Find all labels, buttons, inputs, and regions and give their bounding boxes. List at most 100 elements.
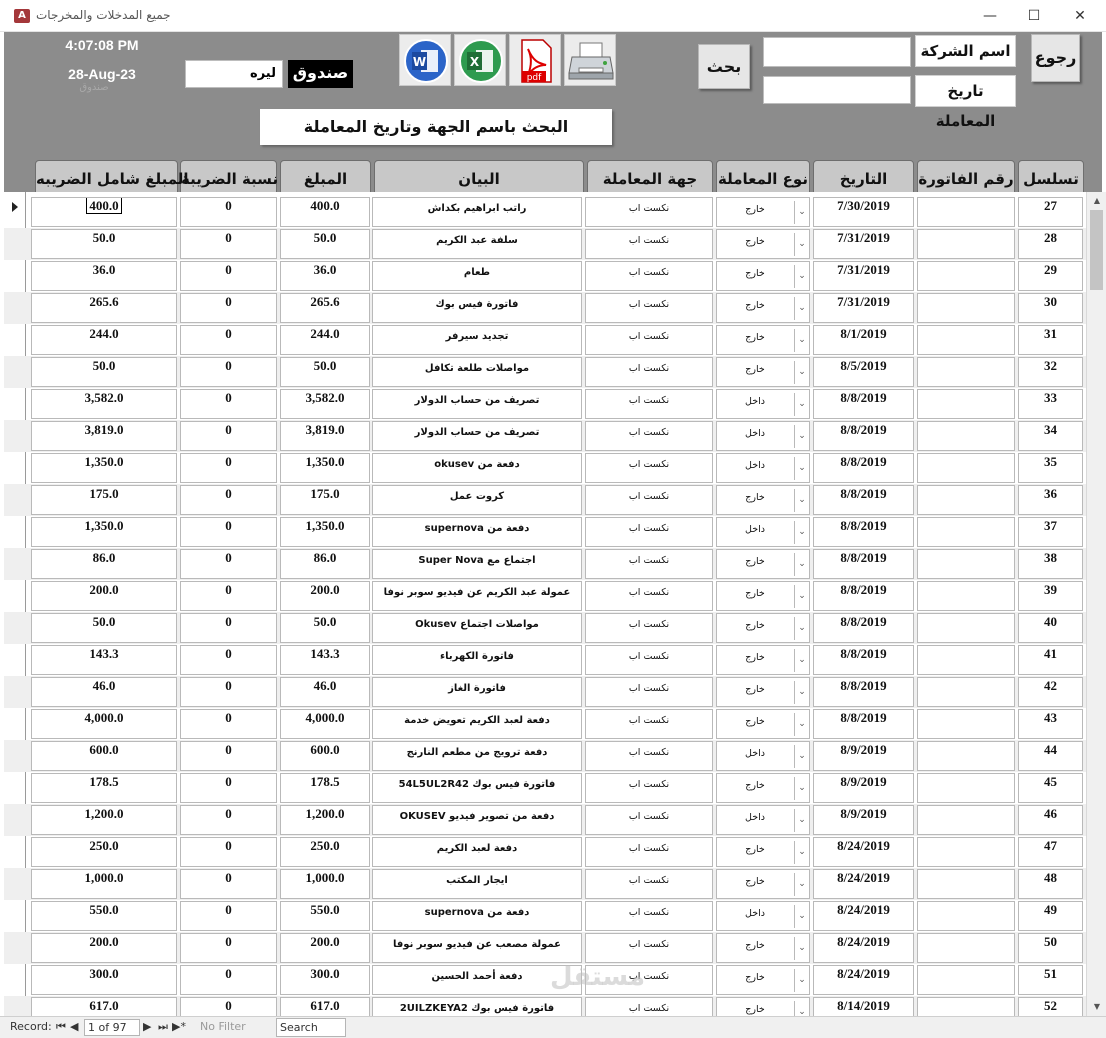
cell-type-combo[interactable]: خارج ⌄: [716, 869, 810, 899]
cell-party[interactable]: نكست اب: [585, 837, 713, 867]
cell-amount[interactable]: 250.0: [280, 837, 370, 867]
record-position-input[interactable]: 1 of 97: [84, 1019, 140, 1036]
cell-seq[interactable]: 48: [1018, 869, 1083, 899]
cell-description[interactable]: عمولة مصعب عن فيديو سوبر نوفا: [372, 933, 582, 963]
cell-description[interactable]: دفعة ترويج من مطعم النارنج: [372, 741, 582, 771]
cell-total[interactable]: 265.6: [31, 293, 177, 323]
cell-date[interactable]: 7/30/2019: [813, 197, 914, 227]
cell-tax-rate[interactable]: 0: [180, 709, 277, 739]
cell-seq[interactable]: 40: [1018, 613, 1083, 643]
cell-tax-rate[interactable]: 0: [180, 485, 277, 515]
cell-invoice[interactable]: [917, 325, 1015, 355]
cell-description[interactable]: فاتورة فيس بوك 54L5UL2R42: [372, 773, 582, 803]
search-button[interactable]: بحث: [698, 44, 750, 89]
cell-date[interactable]: 8/14/2019: [813, 997, 914, 1016]
cell-description[interactable]: دفعة لعبد الكريم تعويض خدمة: [372, 709, 582, 739]
cell-description[interactable]: دفعة لعبد الكريم: [372, 837, 582, 867]
table-row[interactable]: 45 8/9/2019 خارج ⌄ نكست اب فاتورة فيس بوك 54L…: [4, 772, 1086, 804]
cell-party[interactable]: نكست اب: [585, 901, 713, 931]
cell-party[interactable]: نكست اب: [585, 261, 713, 291]
cell-invoice[interactable]: [917, 485, 1015, 515]
chevron-down-icon[interactable]: ⌄: [794, 201, 809, 224]
cell-type-combo[interactable]: خارج ⌄: [716, 293, 810, 323]
cell-type-combo[interactable]: خارج ⌄: [716, 613, 810, 643]
cell-total[interactable]: 86.0: [31, 549, 177, 579]
cell-description[interactable]: دفعة من okusev: [372, 453, 582, 483]
cell-seq[interactable]: 52: [1018, 997, 1083, 1016]
cell-description[interactable]: فاتورة الكهرباء: [372, 645, 582, 675]
cell-date[interactable]: 7/31/2019: [813, 293, 914, 323]
new-record-icon[interactable]: ▶*: [172, 1020, 186, 1033]
cell-amount[interactable]: 1,200.0: [280, 805, 370, 835]
table-row[interactable]: 49 8/24/2019 داخل ⌄ نكست اب دفعة من supernova…: [4, 900, 1086, 932]
table-row[interactable]: 28 7/31/2019 خارج ⌄ نكست اب سلفة عبد الكريم 50…: [4, 228, 1086, 260]
cell-amount[interactable]: 3,819.0: [280, 421, 370, 451]
table-row[interactable]: 38 8/8/2019 خارج ⌄ نكست اب اجتماع مع Super No…: [4, 548, 1086, 580]
cell-seq[interactable]: 44: [1018, 741, 1083, 771]
cell-invoice[interactable]: [917, 421, 1015, 451]
cell-description[interactable]: فاتورة الغاز: [372, 677, 582, 707]
cell-total[interactable]: 36.0: [31, 261, 177, 291]
company-name-input[interactable]: [763, 37, 911, 67]
cell-total[interactable]: 4,000.0: [31, 709, 177, 739]
table-row[interactable]: 34 8/8/2019 داخل ⌄ نكست اب تصريف من حساب الدو…: [4, 420, 1086, 452]
cell-total[interactable]: 550.0: [31, 901, 177, 931]
cell-date[interactable]: 8/5/2019: [813, 357, 914, 387]
table-row[interactable]: 41 8/8/2019 خارج ⌄ نكست اب فاتورة الكهرباء 143…: [4, 644, 1086, 676]
table-row[interactable]: 50 8/24/2019 خارج ⌄ نكست اب عمولة مصعب عن فيد…: [4, 932, 1086, 964]
cell-tax-rate[interactable]: 0: [180, 357, 277, 387]
cell-tax-rate[interactable]: 0: [180, 997, 277, 1016]
cell-amount[interactable]: 4,000.0: [280, 709, 370, 739]
cell-amount[interactable]: 200.0: [280, 933, 370, 963]
cell-tax-rate[interactable]: 0: [180, 325, 277, 355]
cell-type-combo[interactable]: داخل ⌄: [716, 453, 810, 483]
cell-party[interactable]: نكست اب: [585, 453, 713, 483]
cell-party[interactable]: نكست اب: [585, 933, 713, 963]
cell-description[interactable]: فاتورة فيس بوك: [372, 293, 582, 323]
cell-invoice[interactable]: [917, 805, 1015, 835]
chevron-down-icon[interactable]: ⌄: [794, 969, 809, 992]
cell-invoice[interactable]: [917, 197, 1015, 227]
cell-amount[interactable]: 86.0: [280, 549, 370, 579]
table-row[interactable]: 39 8/8/2019 خارج ⌄ نكست اب عمولة عبد الكريم ع…: [4, 580, 1086, 612]
cell-seq[interactable]: 45: [1018, 773, 1083, 803]
cell-description[interactable]: تصريف من حساب الدولار: [372, 389, 582, 419]
cell-amount[interactable]: 400.0: [280, 197, 370, 227]
next-record-icon[interactable]: ▶: [143, 1020, 151, 1033]
table-row[interactable]: 47 8/24/2019 خارج ⌄ نكست اب دفعة لعبد الكريم 2…: [4, 836, 1086, 868]
cell-amount[interactable]: 1,000.0: [280, 869, 370, 899]
cell-party[interactable]: نكست اب: [585, 485, 713, 515]
cell-amount[interactable]: 50.0: [280, 357, 370, 387]
cell-party[interactable]: نكست اب: [585, 549, 713, 579]
cell-tax-rate[interactable]: 0: [180, 741, 277, 771]
cell-date[interactable]: 8/8/2019: [813, 613, 914, 643]
cell-invoice[interactable]: [917, 677, 1015, 707]
cell-tax-rate[interactable]: 0: [180, 293, 277, 323]
chevron-down-icon[interactable]: ⌄: [794, 553, 809, 576]
cell-description[interactable]: تصريف من حساب الدولار: [372, 421, 582, 451]
cell-total[interactable]: 175.0: [31, 485, 177, 515]
cell-date[interactable]: 8/8/2019: [813, 677, 914, 707]
export-word-button[interactable]: W: [399, 34, 451, 86]
cell-amount[interactable]: 50.0: [280, 229, 370, 259]
cell-seq[interactable]: 30: [1018, 293, 1083, 323]
cell-description[interactable]: دفعة من supernova: [372, 901, 582, 931]
cell-seq[interactable]: 41: [1018, 645, 1083, 675]
cell-date[interactable]: 8/9/2019: [813, 773, 914, 803]
cell-type-combo[interactable]: خارج ⌄: [716, 933, 810, 963]
cell-seq[interactable]: 42: [1018, 677, 1083, 707]
cell-type-combo[interactable]: خارج ⌄: [716, 645, 810, 675]
cell-description[interactable]: مواصلات اجتماع Okusev: [372, 613, 582, 643]
chevron-down-icon[interactable]: ⌄: [794, 649, 809, 672]
cell-total[interactable]: 50.0: [31, 613, 177, 643]
cell-invoice[interactable]: [917, 965, 1015, 995]
chevron-down-icon[interactable]: ⌄: [794, 745, 809, 768]
cell-date[interactable]: 8/8/2019: [813, 421, 914, 451]
cell-party[interactable]: نكست اب: [585, 421, 713, 451]
last-record-icon[interactable]: ⏭: [158, 1020, 168, 1034]
cell-description[interactable]: تجديد سيرفر: [372, 325, 582, 355]
cell-seq[interactable]: 31: [1018, 325, 1083, 355]
chevron-down-icon[interactable]: ⌄: [794, 425, 809, 448]
cell-date[interactable]: 8/24/2019: [813, 869, 914, 899]
cell-tax-rate[interactable]: 0: [180, 933, 277, 963]
